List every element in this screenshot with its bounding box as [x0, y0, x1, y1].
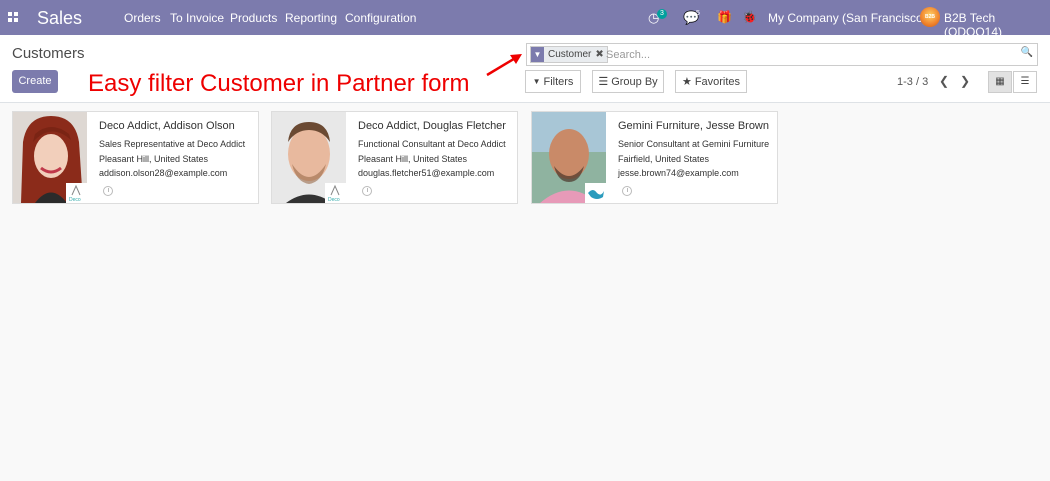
customer-location: Fairfield, United States: [618, 154, 710, 164]
search-icon[interactable]: 🔍: [1021, 47, 1033, 58]
customer-photo: Deco: [272, 112, 346, 203]
customer-location: Pleasant Hill, United States: [99, 154, 209, 164]
apps-menu-icon[interactable]: [8, 12, 18, 22]
customer-email: douglas.fletcher51@example.com: [358, 168, 495, 178]
activity-clock-icon[interactable]: [622, 186, 632, 196]
create-button[interactable]: Create: [12, 70, 58, 93]
activity-badge: 3: [657, 9, 667, 19]
customer-function: Functional Consultant at Deco Addict: [358, 139, 506, 149]
customer-photo: Deco: [13, 112, 87, 203]
customer-name: Deco Addict, Addison Olson: [99, 120, 235, 132]
menu-configuration[interactable]: Configuration: [345, 11, 416, 25]
debug-bug-icon[interactable]: 🐞: [742, 10, 757, 24]
list-view-icon[interactable]: ☰: [1013, 71, 1037, 93]
customer-photo: [532, 112, 606, 203]
company-logo: Deco: [325, 183, 346, 203]
customer-email: jesse.brown74@example.com: [618, 168, 739, 178]
customer-card[interactable]: Deco Deco Addict, Douglas Fletcher Funct…: [271, 111, 518, 204]
top-navbar: Sales Orders To Invoice Products Reporti…: [0, 0, 1050, 39]
kanban-view-icon[interactable]: ▦: [988, 71, 1012, 93]
user-avatar[interactable]: B2B: [920, 7, 940, 27]
filter-funnel-icon: ▼: [532, 77, 541, 86]
search-facet-customer: ▼ Customer ✖: [530, 46, 608, 63]
annotation-arrow-icon: [486, 54, 522, 77]
customer-function: Senior Consultant at Gemini Furniture: [618, 139, 770, 149]
search-bar: ▼ Customer ✖ 🔍: [526, 43, 1038, 66]
company-logo: Deco: [66, 183, 87, 203]
menu-reporting[interactable]: Reporting: [285, 11, 337, 25]
pager-value[interactable]: 1-3 / 3: [897, 76, 928, 88]
company-switcher[interactable]: My Company (San Francisco): [768, 11, 927, 25]
activity-clock-icon[interactable]: [103, 186, 113, 196]
company-logo: [585, 183, 606, 203]
menu-orders[interactable]: Orders: [124, 11, 161, 25]
favorites-label: Favorites: [694, 75, 741, 88]
filters-label: Filters: [543, 75, 574, 88]
breadcrumb: Customers: [12, 45, 85, 62]
group-by-icon: ☰: [598, 76, 609, 88]
app-name[interactable]: Sales: [37, 8, 82, 29]
filters-button[interactable]: ▼ Filters: [525, 70, 581, 93]
company-logo-text: Deco: [69, 197, 81, 203]
facet-label: Customer: [548, 49, 592, 60]
customer-function: Sales Representative at Deco Addict: [99, 139, 246, 149]
favorites-button[interactable]: ★ Favorites: [675, 70, 747, 93]
menu-products[interactable]: Products: [230, 11, 277, 25]
group-by-button[interactable]: ☰ Group By: [592, 70, 664, 93]
menu-to-invoice[interactable]: To Invoice: [170, 11, 224, 25]
group-by-label: Group By: [611, 75, 658, 88]
customer-name: Gemini Furniture, Jesse Brown: [618, 120, 769, 132]
messages-badge: 5: [696, 10, 700, 17]
company-logo-text: Deco: [328, 197, 340, 203]
user-avatar-text: B2B: [924, 14, 935, 20]
customer-card[interactable]: Deco Deco Addict, Addison Olson Sales Re…: [12, 111, 259, 204]
pager-next-icon[interactable]: ❯: [960, 74, 970, 88]
customer-card[interactable]: Gemini Furniture, Jesse Brown Senior Con…: [531, 111, 778, 204]
customer-name: Deco Addict, Douglas Fletcher: [358, 120, 506, 132]
annotation-text: Easy filter Customer in Partner form: [88, 70, 470, 97]
gift-icon[interactable]: 🎁: [717, 10, 732, 24]
filter-icon: ▼: [531, 47, 544, 62]
search-input[interactable]: [606, 46, 1006, 63]
pager-previous-icon[interactable]: ❮: [939, 74, 949, 88]
customer-email: addison.olson28@example.com: [99, 168, 228, 178]
customer-location: Pleasant Hill, United States: [358, 154, 468, 164]
star-icon: ★: [681, 76, 692, 88]
activity-clock-icon[interactable]: [362, 186, 372, 196]
